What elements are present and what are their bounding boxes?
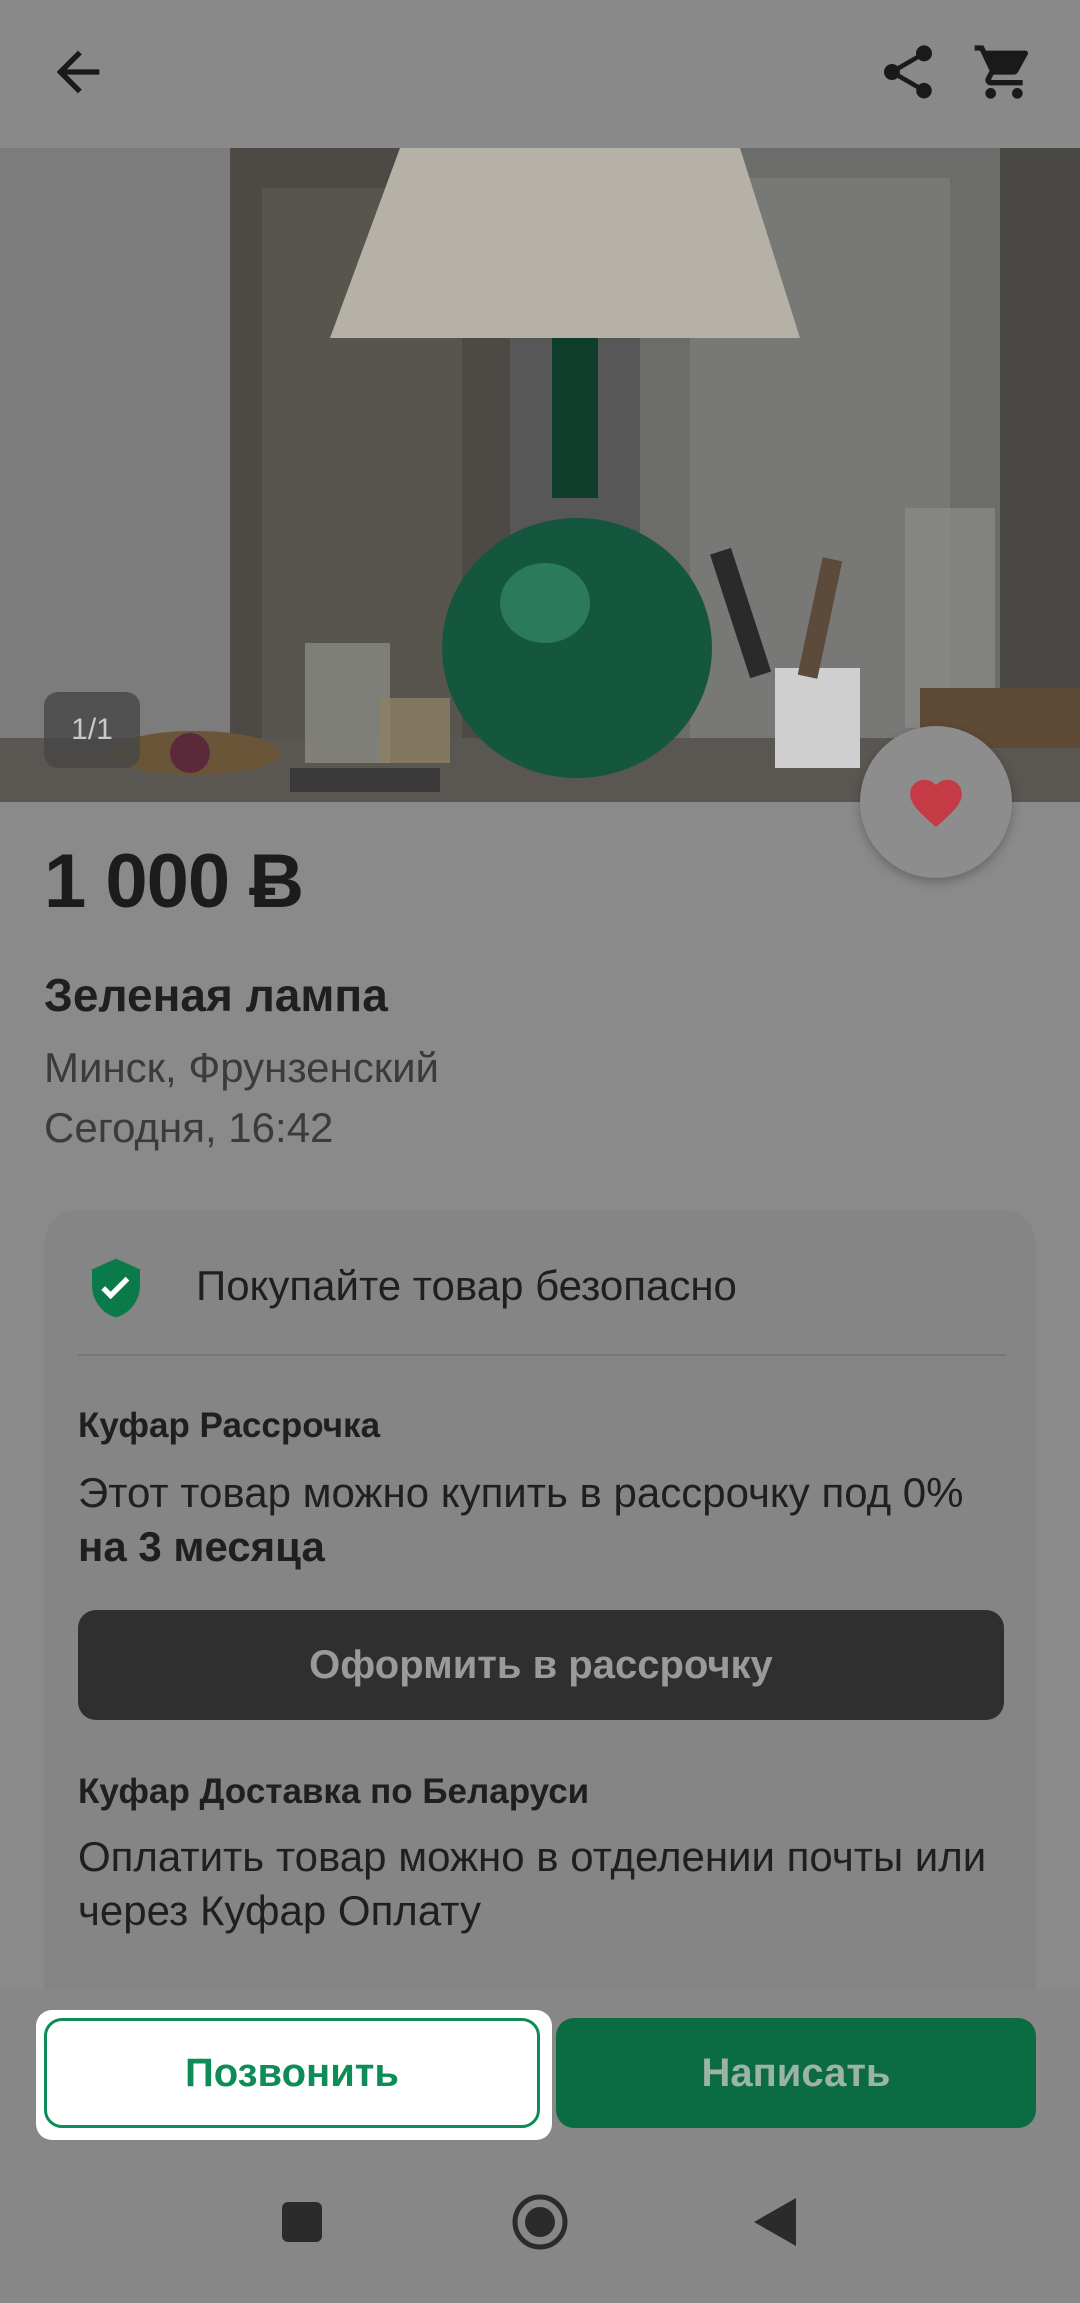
back-nav-icon[interactable] — [752, 2196, 798, 2248]
system-nav-bar — [0, 2170, 1080, 2303]
divider — [78, 1354, 1006, 1356]
favorite-button[interactable] — [860, 726, 1012, 878]
listing-title: Зеленая лампа — [44, 969, 388, 1021]
delivery-title: Куфар Доставка по Беларуси — [78, 1772, 590, 1811]
call-button[interactable]: Позвонить — [44, 2018, 540, 2128]
back-button[interactable] — [46, 40, 110, 104]
share-icon — [884, 45, 932, 99]
installment-text: Этот товар можно купить в рассрочку под … — [78, 1466, 1008, 1574]
call-button-highlight: Позвонить — [36, 2010, 552, 2140]
heart-icon — [910, 779, 962, 828]
top-app-bar — [0, 0, 1080, 148]
installment-button[interactable]: Оформить в рассрочку — [78, 1610, 1004, 1720]
installment-text-prefix: Этот товар можно купить в рассрочку под … — [78, 1469, 964, 1516]
cart-button[interactable] — [972, 40, 1036, 104]
safe-purchase-card: Покупайте товар безопасно Куфар Рассрочк… — [44, 1210, 1036, 2010]
home-icon[interactable] — [510, 2192, 570, 2252]
safe-purchase-label: Покупайте товар безопасно — [196, 1262, 737, 1309]
arrow-left-icon — [56, 50, 100, 94]
delivery-text: Оплатить товар можно в отделении почты и… — [78, 1833, 987, 1934]
shield-check-icon — [92, 1258, 140, 1318]
location-text: Минск, Фрунзенский — [44, 1044, 440, 1091]
message-button[interactable]: Написать — [556, 2018, 1036, 2128]
recents-icon[interactable] — [280, 2200, 324, 2244]
share-button[interactable] — [876, 40, 940, 104]
cart-icon — [974, 45, 1029, 99]
product-photo[interactable] — [0, 148, 1080, 802]
image-counter: 1/1 — [44, 692, 140, 768]
installment-text-bold: на 3 месяца — [78, 1523, 325, 1570]
installment-title: Куфар Рассрочка — [78, 1406, 381, 1445]
date-text: Сегодня, 16:42 — [44, 1104, 334, 1151]
price: 1 000 Ƀ — [44, 839, 304, 924]
